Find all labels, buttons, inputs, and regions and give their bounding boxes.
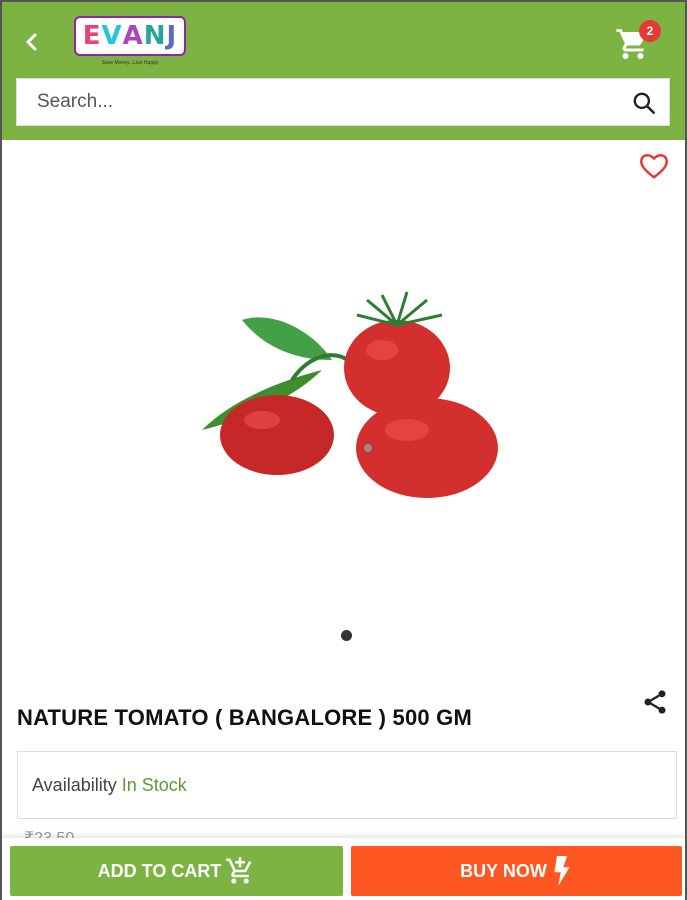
product-title: NATURE TOMATO ( BANGALORE ) 500 GM [17,705,472,730]
cart-button[interactable]: 2 [615,20,661,62]
lightning-icon [554,856,570,886]
stock-status: In Stock [121,774,187,795]
wishlist-heart-icon[interactable] [639,152,669,180]
app-frame: EVANJ Save Money...Live Happy 2 Search..… [0,0,687,900]
carousel-dot[interactable] [341,630,352,641]
availability-label: Availability [32,774,117,795]
availability-box: Availability In Stock [17,751,677,819]
share-icon[interactable] [641,688,669,716]
header: EVANJ Save Money...Live Happy 2 [2,2,685,140]
logo-tagline: Save Money...Live Happy [101,60,159,66]
cart-count-badge: 2 [639,20,661,42]
cart-icon [226,857,252,884]
search-icon[interactable] [631,90,657,116]
logo[interactable]: EVANJ Save Money...Live Happy [74,16,186,70]
bottom-action-bar: ADD TO CART BUY NOW [2,838,685,900]
add-to-cart-label: ADD TO CART [97,860,222,881]
add-to-cart-button[interactable]: ADD TO CART [10,846,343,896]
buy-now-label: BUY NOW [460,860,547,881]
back-button[interactable] [16,26,48,58]
chevron-left-icon [25,33,37,51]
search-bar [16,78,670,126]
search-input[interactable] [17,91,597,113]
buy-now-button[interactable]: BUY NOW [351,846,682,896]
logo-text: EVANJ [74,16,186,56]
tomatoes-image [202,291,498,498]
